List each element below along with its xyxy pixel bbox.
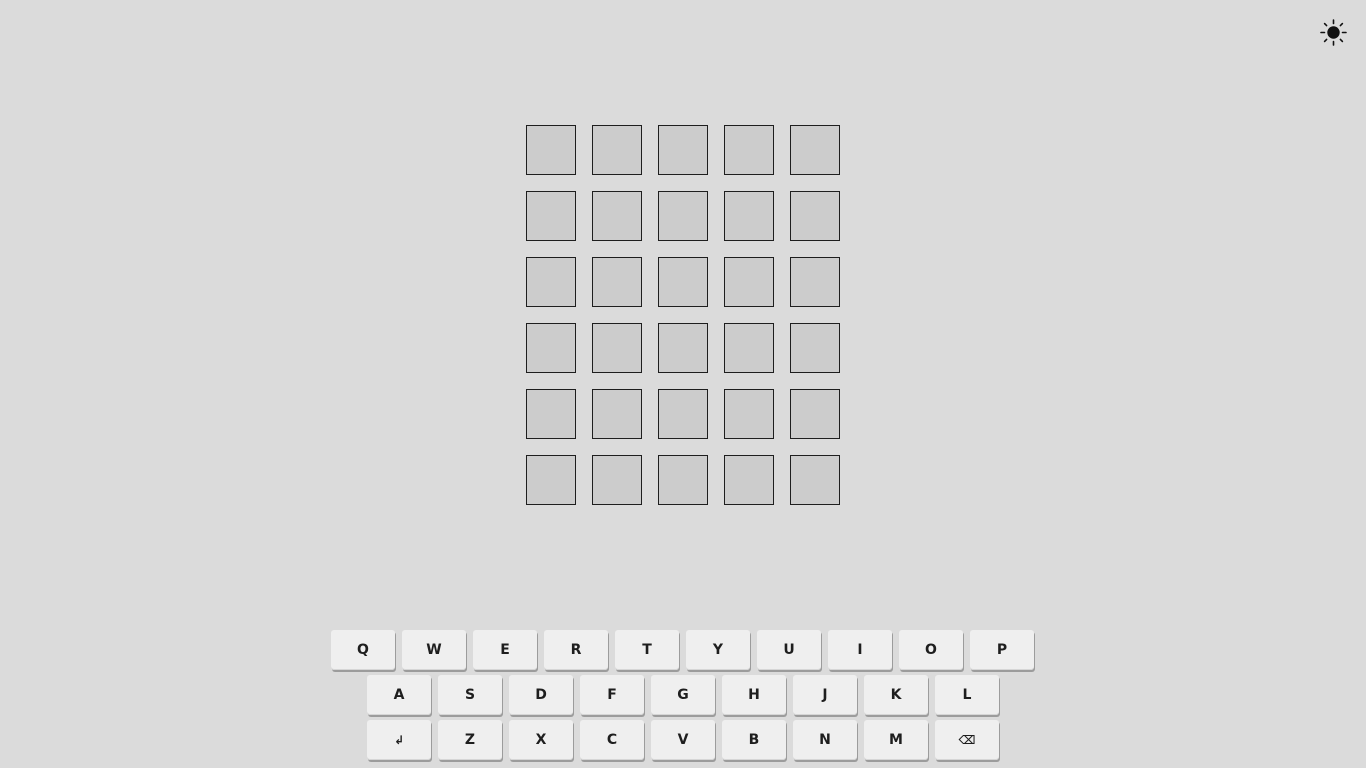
key-j[interactable]: J	[793, 675, 857, 715]
letter-tile	[790, 125, 840, 175]
key-e[interactable]: E	[473, 630, 537, 670]
letter-tile	[592, 389, 642, 439]
letter-tile	[658, 389, 708, 439]
letter-tile	[658, 191, 708, 241]
wordle-app: QWERTYUIOP ASDFGHJKL ↲ Z X C V B N M ⌫	[0, 0, 1366, 768]
letter-tile	[790, 323, 840, 373]
letter-tile	[592, 125, 642, 175]
letter-tile	[724, 455, 774, 505]
letter-tile	[592, 455, 642, 505]
letter-tile	[658, 125, 708, 175]
key-q[interactable]: Q	[331, 630, 395, 670]
key-w[interactable]: W	[402, 630, 466, 670]
theme-toggle-button[interactable]	[1320, 19, 1347, 46]
letter-tile	[724, 191, 774, 241]
letter-tile	[592, 323, 642, 373]
letter-tile	[790, 257, 840, 307]
key-i[interactable]: I	[828, 630, 892, 670]
key-d[interactable]: D	[509, 675, 573, 715]
letter-tile	[790, 191, 840, 241]
letter-tile	[526, 257, 576, 307]
key-m[interactable]: M	[864, 720, 928, 760]
letter-tile	[526, 323, 576, 373]
letter-tile	[724, 257, 774, 307]
key-v[interactable]: V	[651, 720, 715, 760]
key-l[interactable]: L	[935, 675, 999, 715]
key-h[interactable]: H	[722, 675, 786, 715]
key-u[interactable]: U	[757, 630, 821, 670]
letter-tile	[790, 455, 840, 505]
letter-tile	[526, 389, 576, 439]
key-a[interactable]: A	[367, 675, 431, 715]
key-k[interactable]: K	[864, 675, 928, 715]
key-r[interactable]: R	[544, 630, 608, 670]
key-o[interactable]: O	[899, 630, 963, 670]
letter-tile	[724, 323, 774, 373]
letter-tile	[724, 125, 774, 175]
key-c[interactable]: C	[580, 720, 644, 760]
key-y[interactable]: Y	[686, 630, 750, 670]
letter-tile	[526, 455, 576, 505]
letter-tile	[526, 191, 576, 241]
key-b[interactable]: B	[722, 720, 786, 760]
key-t[interactable]: T	[615, 630, 679, 670]
letter-tile	[658, 257, 708, 307]
key-p[interactable]: P	[970, 630, 1034, 670]
key-s[interactable]: S	[438, 675, 502, 715]
letter-tile	[526, 125, 576, 175]
letter-tile	[658, 455, 708, 505]
on-screen-keyboard: QWERTYUIOP ASDFGHJKL ↲ Z X C V B N M ⌫	[0, 630, 1366, 765]
guess-board	[526, 125, 840, 505]
letter-tile	[592, 191, 642, 241]
key-x[interactable]: X	[509, 720, 573, 760]
keyboard-row-3: ↲ Z X C V B N M ⌫	[0, 720, 1366, 760]
letter-tile	[724, 389, 774, 439]
key-n[interactable]: N	[793, 720, 857, 760]
backspace-key[interactable]: ⌫	[935, 720, 999, 760]
letter-tile	[658, 323, 708, 373]
letter-tile	[790, 389, 840, 439]
key-g[interactable]: G	[651, 675, 715, 715]
keyboard-row-2: ASDFGHJKL	[0, 675, 1366, 715]
letter-tile	[592, 257, 642, 307]
key-z[interactable]: Z	[438, 720, 502, 760]
sun-icon	[1320, 19, 1347, 46]
enter-key[interactable]: ↲	[367, 720, 431, 760]
keyboard-row-1: QWERTYUIOP	[0, 630, 1366, 670]
key-f[interactable]: F	[580, 675, 644, 715]
